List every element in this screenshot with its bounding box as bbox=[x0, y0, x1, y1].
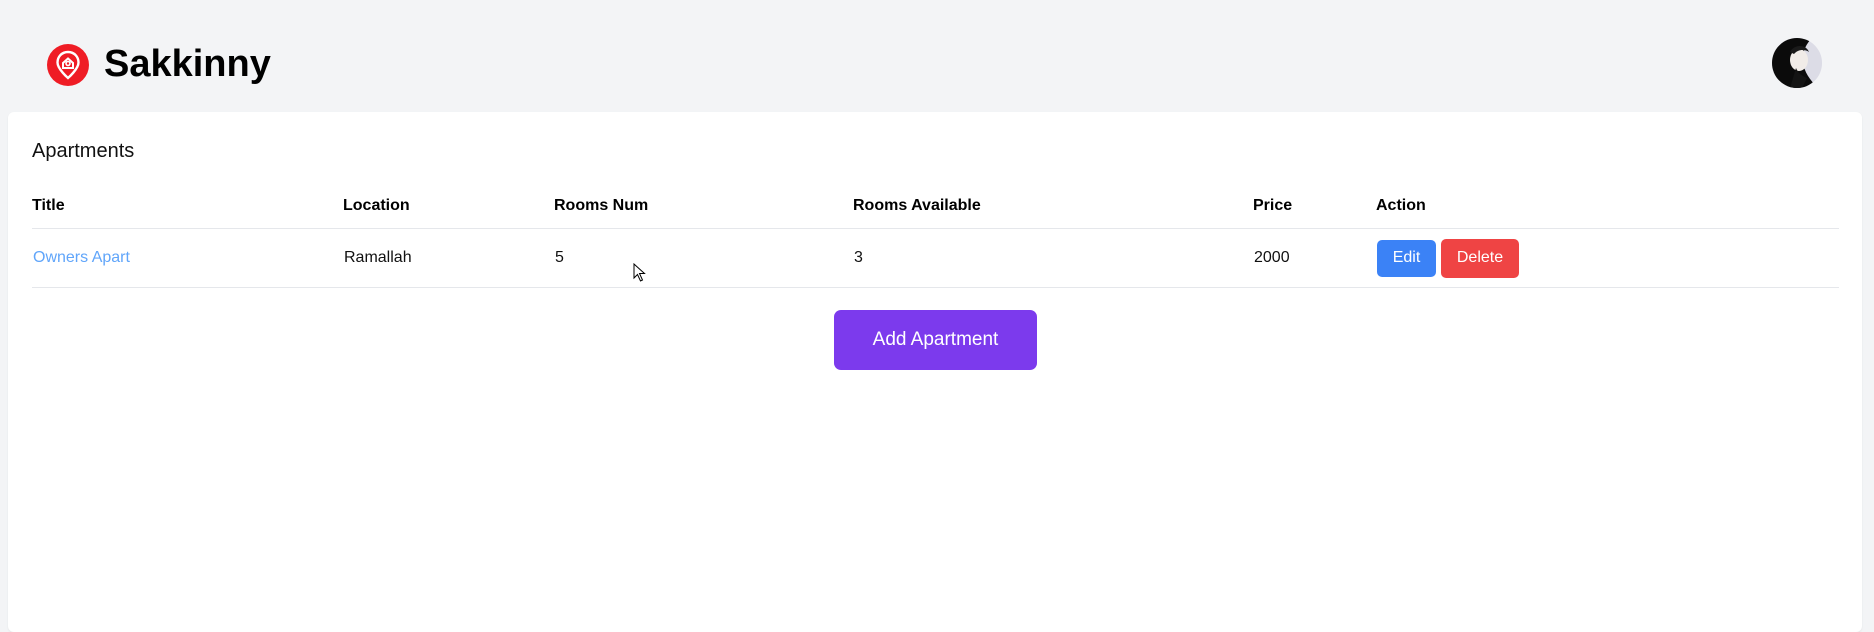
cell-action: Edit Delete bbox=[1376, 228, 1839, 288]
apartment-title-link[interactable]: Owners Apart bbox=[33, 249, 130, 266]
header-price: Price bbox=[1253, 184, 1376, 229]
cell-rooms-num: 5 bbox=[554, 228, 853, 288]
header-rooms-available: Rooms Available bbox=[853, 184, 1253, 229]
cell-rooms-available: 3 bbox=[853, 228, 1253, 288]
user-avatar[interactable] bbox=[1772, 38, 1822, 88]
apartments-panel: Apartments Title Location Rooms Num Room… bbox=[8, 112, 1862, 632]
header-location: Location bbox=[343, 184, 554, 229]
brand[interactable]: Sakkinny bbox=[47, 43, 271, 86]
edit-button[interactable]: Edit bbox=[1377, 239, 1436, 277]
mouse-cursor-icon bbox=[633, 263, 646, 282]
header-rooms-num: Rooms Num bbox=[554, 184, 853, 229]
cell-price: 2000 bbox=[1253, 228, 1376, 288]
map-pin-home-icon bbox=[47, 43, 89, 86]
add-apartment-button[interactable]: Add Apartment bbox=[834, 310, 1037, 370]
table-header-row: Title Location Rooms Num Rooms Available… bbox=[32, 184, 1839, 229]
panel-title: Apartments bbox=[32, 140, 135, 162]
brand-name: Sakkinny bbox=[104, 43, 271, 85]
delete-button[interactable]: Delete bbox=[1441, 238, 1519, 278]
header-title: Title bbox=[32, 184, 343, 229]
header-action: Action bbox=[1376, 184, 1839, 229]
table-row: Owners Apart Ramallah 5 3 2000 Edit Delet… bbox=[32, 228, 1839, 288]
cell-location: Ramallah bbox=[343, 228, 554, 288]
cell-title: Owners Apart bbox=[32, 228, 343, 288]
top-header: Sakkinny bbox=[0, 0, 1874, 112]
apartments-table: Title Location Rooms Num Rooms Available… bbox=[32, 184, 1839, 288]
